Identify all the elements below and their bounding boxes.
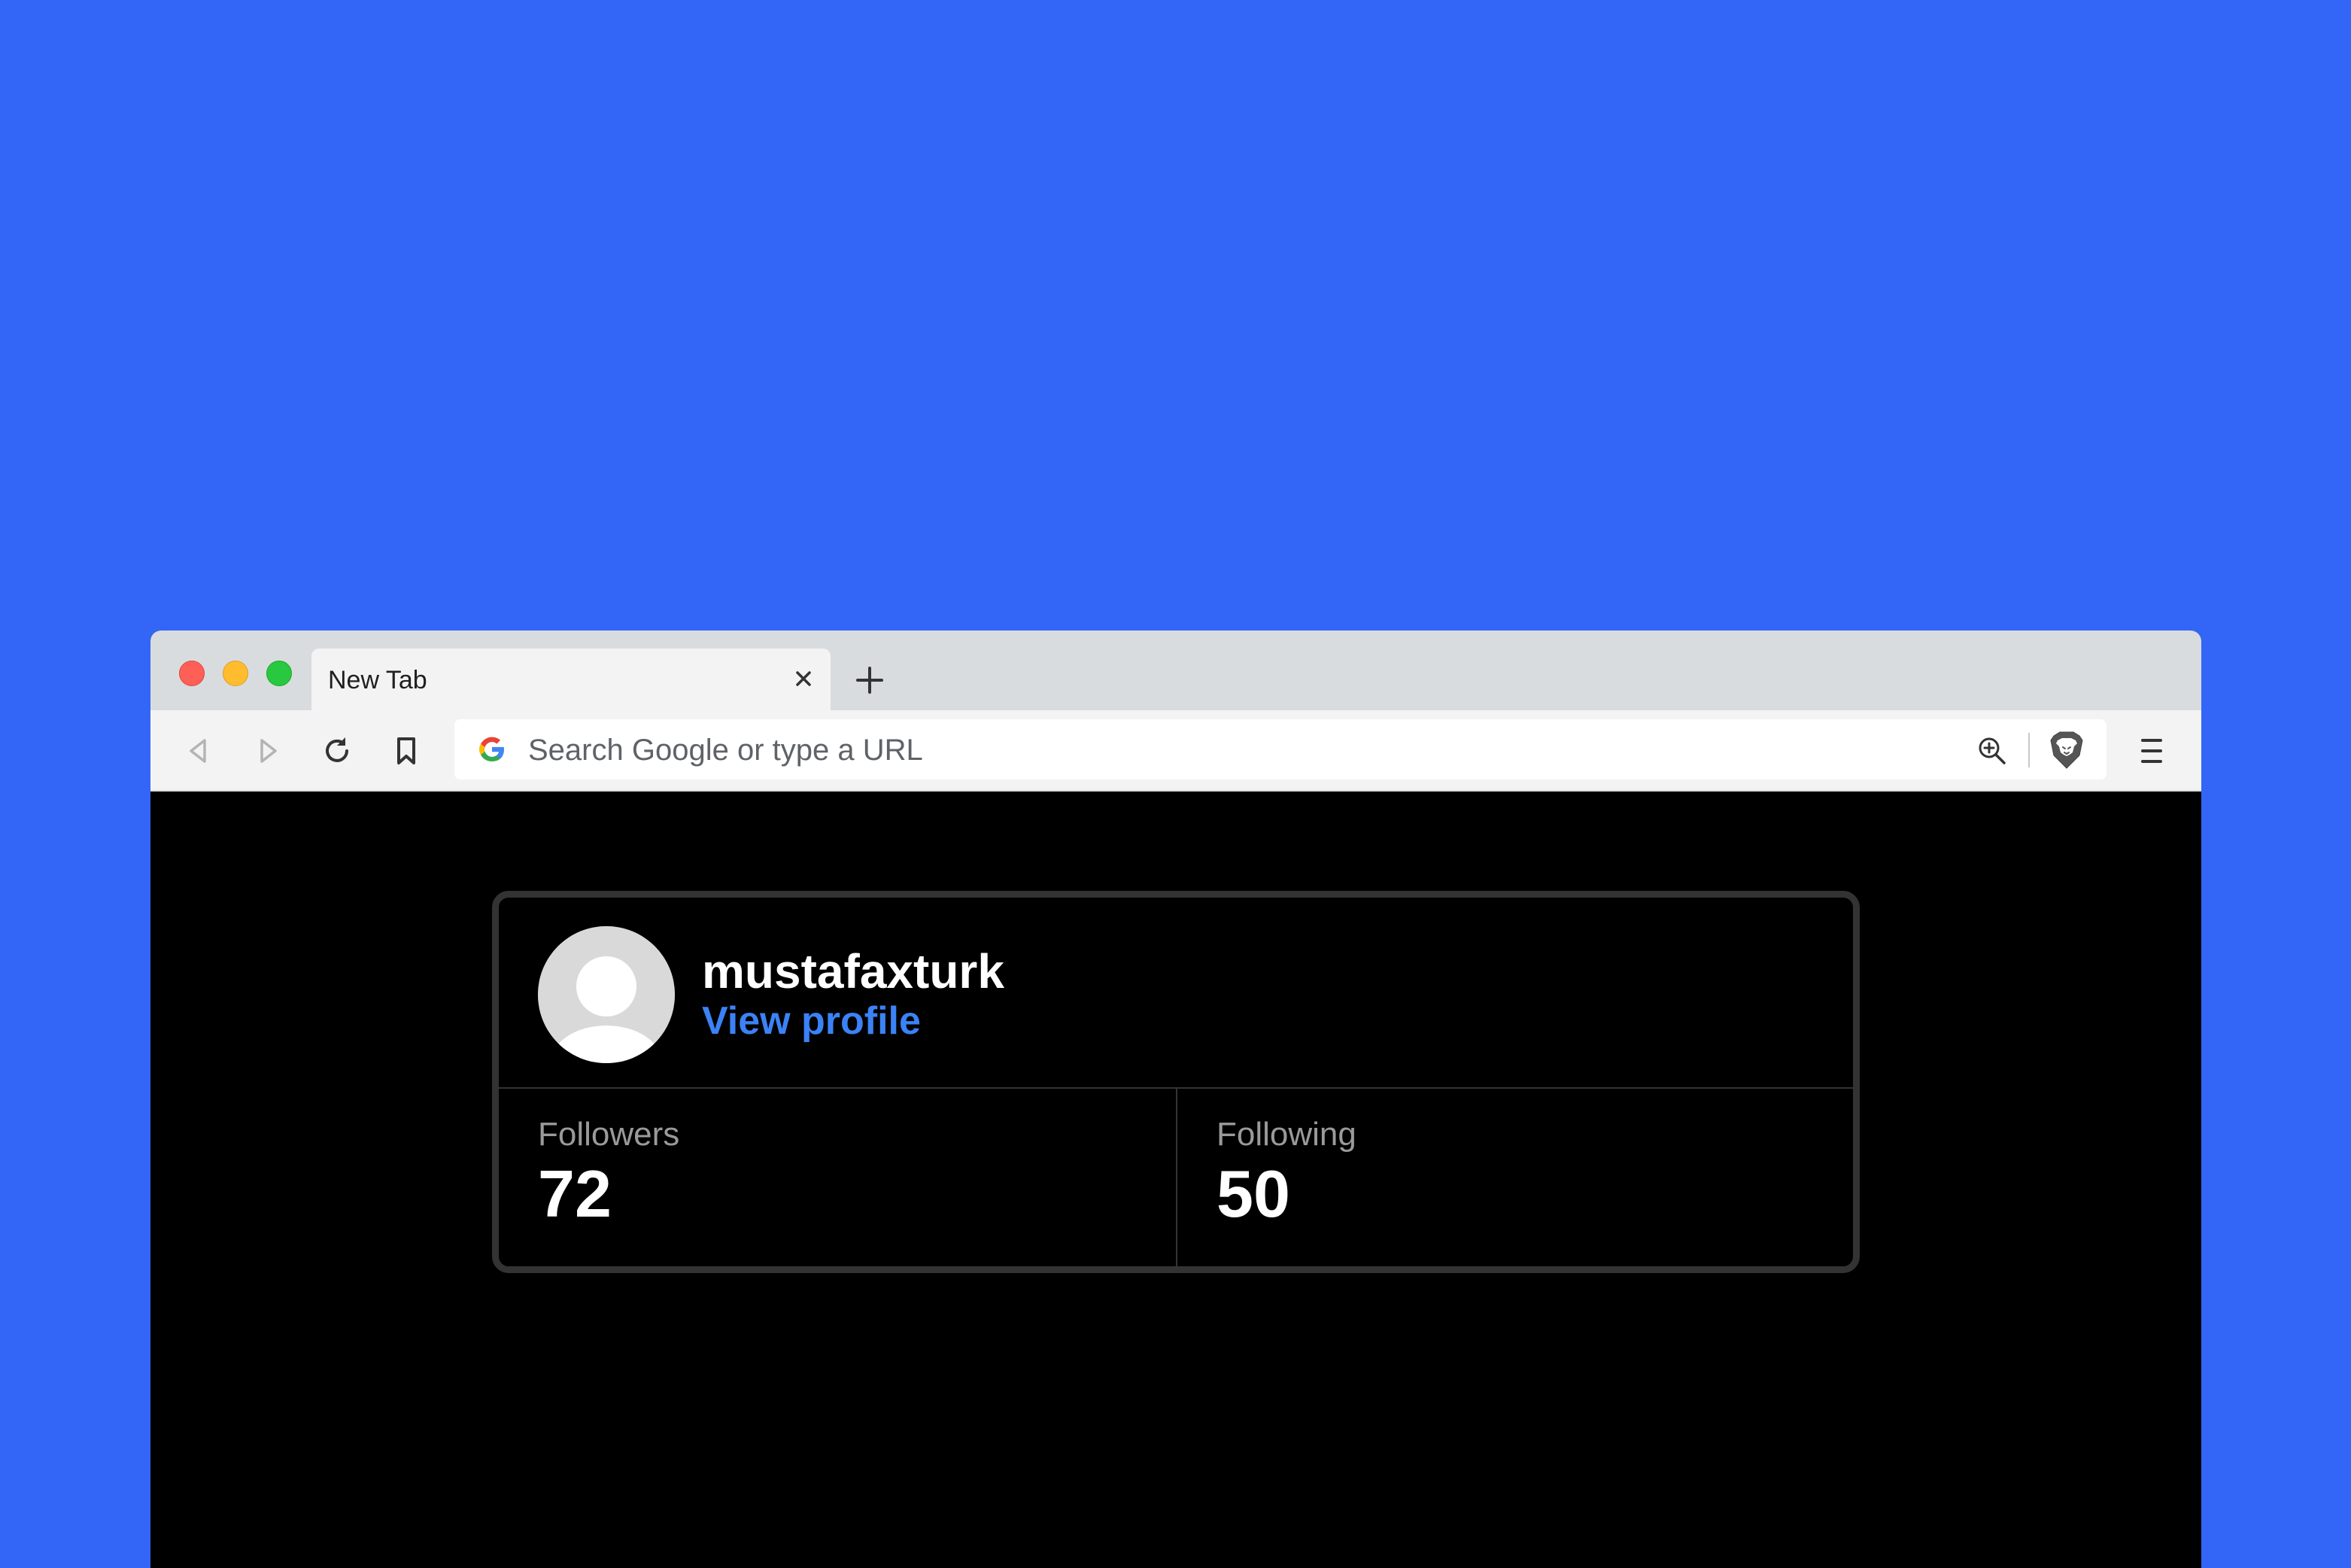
page-content: mustafaxturk View profile Followers 72 F…: [150, 792, 2201, 1568]
tab-new-tab[interactable]: New Tab: [311, 649, 831, 710]
following-stat: Following 50: [1177, 1089, 1853, 1266]
browser-window: New Tab Search Google or type a URL must…: [150, 631, 2201, 1568]
maximize-window-button[interactable]: [266, 661, 292, 686]
followers-label: Followers: [538, 1116, 680, 1153]
followers-count: 72: [538, 1156, 612, 1231]
bookmark-icon[interactable]: [388, 733, 424, 769]
profile-card-header: mustafaxturk View profile: [499, 898, 1853, 1089]
close-tab-icon[interactable]: [790, 665, 817, 692]
forward-arrow-icon[interactable]: [250, 733, 286, 769]
hamburger-menu-icon[interactable]: [2137, 734, 2167, 767]
default-user-icon: [538, 926, 675, 1063]
following-count: 50: [1217, 1156, 1290, 1231]
back-arrow-icon[interactable]: [181, 733, 217, 769]
followers-stat: Followers 72: [499, 1089, 1177, 1266]
browser-toolbar: Search Google or type a URL: [150, 710, 2201, 792]
avatar[interactable]: [538, 926, 675, 1063]
tab-title: New Tab: [328, 666, 427, 694]
google-g-icon: [477, 734, 507, 764]
address-bar[interactable]: Search Google or type a URL: [454, 719, 2106, 779]
zoom-in-icon[interactable]: [1976, 734, 2009, 767]
tab-strip: New Tab: [150, 631, 2201, 710]
reload-icon[interactable]: [319, 733, 355, 769]
minimize-window-button[interactable]: [223, 661, 248, 686]
new-tab-plus-icon[interactable]: [853, 664, 886, 697]
close-window-button[interactable]: [179, 661, 205, 686]
view-profile-link[interactable]: View profile: [702, 998, 921, 1044]
brave-lion-icon[interactable]: [2048, 730, 2085, 770]
profile-card: mustafaxturk View profile Followers 72 F…: [492, 891, 1860, 1273]
address-bar-placeholder: Search Google or type a URL: [528, 734, 923, 767]
profile-username: mustafaxturk: [702, 944, 1004, 998]
following-label: Following: [1217, 1116, 1356, 1153]
address-bar-divider: [2028, 733, 2030, 767]
